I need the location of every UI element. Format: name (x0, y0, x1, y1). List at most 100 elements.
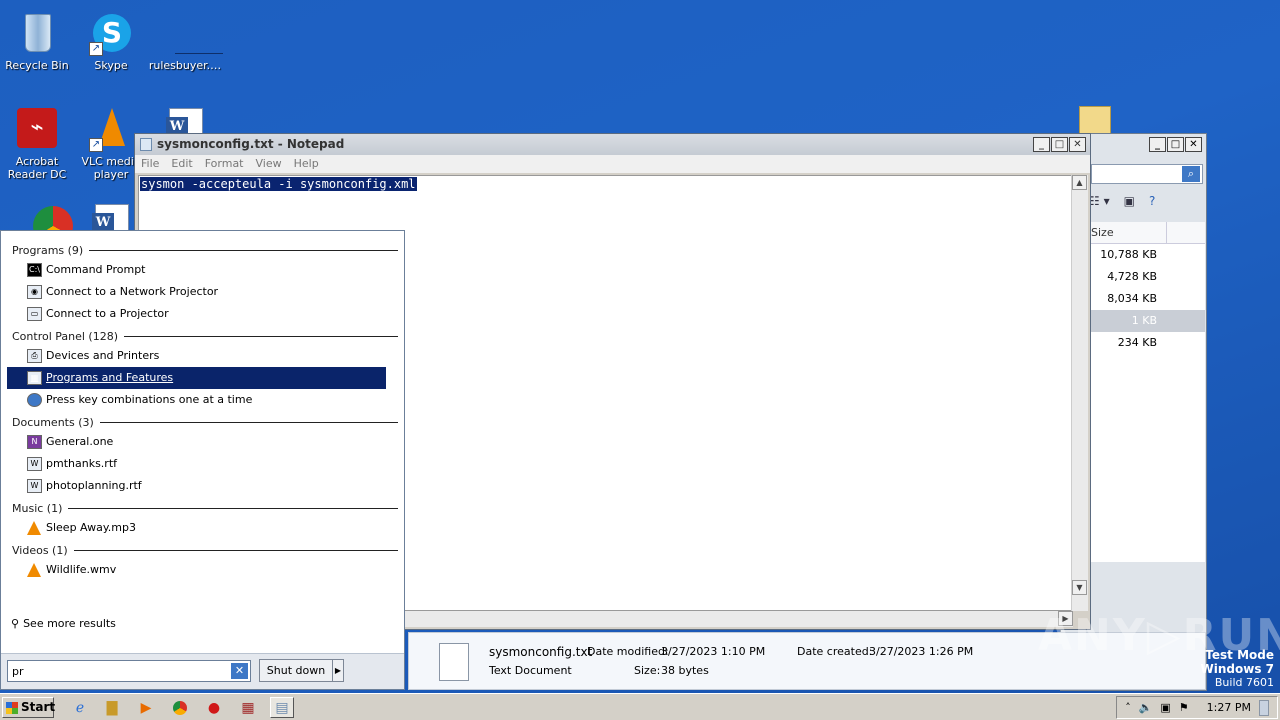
rtf-document-icon: W (27, 457, 42, 471)
category-documents[interactable]: Documents (3) (6, 413, 402, 431)
desktop-icon-skype[interactable]: S ↗ Skype (74, 8, 148, 72)
recycle-bin-icon (13, 8, 61, 56)
close-button[interactable]: ✕ (1069, 137, 1086, 152)
opera-icon[interactable]: ● (202, 697, 226, 718)
result-pmthanks[interactable]: Wpmthanks.rtf (7, 453, 386, 475)
vlc-icon (27, 521, 41, 535)
file-row[interactable]: 4,728 KB (1089, 266, 1205, 288)
chrome-taskbar-icon[interactable] (168, 697, 192, 718)
result-projector[interactable]: ▭ Connect to a Projector (7, 303, 386, 325)
search-icon[interactable]: ⌕ (1182, 166, 1200, 182)
start-menu[interactable]: Programs (9) C:\ Command Prompt ◉ Connect … (0, 230, 405, 690)
desktop-icon-label: Recycle Bin (5, 59, 69, 72)
explorer-file-list[interactable]: Size 10,788 KB 4,728 KB 8,034 KB 1 KB 23… (1089, 222, 1205, 562)
result-general-one[interactable]: N General.one (7, 431, 386, 453)
category-videos[interactable]: Videos (1) (6, 541, 402, 559)
programs-features-icon: ▦ (27, 371, 42, 385)
details-date-created: 3/27/2023 1:26 PM (869, 645, 974, 658)
clock[interactable]: 1:27 PM (1197, 701, 1251, 714)
result-sticky-keys[interactable]: Press key combinations one at a time (7, 389, 386, 411)
notepad-window-controls: _ □ ✕ (1033, 137, 1086, 152)
vlc-icon: ↗ (87, 104, 135, 152)
search-icon: ⚲ (11, 617, 20, 630)
menu-edit[interactable]: Edit (171, 155, 192, 173)
category-control-panel[interactable]: Control Panel (128) (6, 327, 402, 345)
show-desktop-icon[interactable] (1259, 699, 1269, 716)
result-photoplanning[interactable]: Wphotoplanning.rtf (7, 475, 386, 497)
vertical-scrollbar[interactable]: ▲ ▼ (1071, 175, 1088, 611)
media-player-icon[interactable]: ▶ (134, 697, 158, 718)
rtf-document-icon: W (27, 479, 42, 493)
menu-format[interactable]: Format (205, 155, 244, 173)
scroll-up-icon[interactable]: ▲ (1072, 175, 1087, 190)
minimize-button[interactable]: _ (1149, 137, 1166, 152)
result-devices-printers[interactable]: ⎙ Devices and Printers (7, 345, 386, 367)
explorer-toolbar: ☷ ▾ ▣ ? (1089, 194, 1155, 208)
test-mode-notice: Test Mode Windows 7 Build 7601 (1200, 648, 1274, 689)
details-date-modified: 3/27/2023 1:10 PM (661, 645, 766, 658)
category-programs[interactable]: Programs (9) (6, 241, 402, 259)
winrar-icon[interactable]: ▦ (236, 697, 260, 718)
selected-text[interactable]: sysmon -accepteula -i sysmonconfig.xml (140, 177, 417, 191)
minimize-button[interactable]: _ (1033, 137, 1050, 152)
result-command-prompt[interactable]: C:\ Command Prompt (7, 259, 386, 281)
start-search-input[interactable] (8, 661, 218, 681)
details-filename: sysmonconfig.txt (489, 645, 593, 659)
notepad-icon (140, 138, 152, 151)
desktop-icon-label: rulesbuyer.… (148, 59, 222, 72)
column-header-size[interactable]: Size (1089, 222, 1205, 244)
maximize-button[interactable]: □ (1167, 137, 1184, 152)
preview-pane-icon[interactable]: ▣ (1124, 194, 1135, 208)
menu-bar: File Edit Format View Help (135, 155, 1090, 173)
result-programs-features[interactable]: ▦ Programs and Features (7, 367, 386, 389)
start-menu-footer: ✕ Shut down ▶ (1, 653, 404, 689)
explorer-search-input[interactable]: ⌕ (1091, 164, 1203, 184)
see-more-results[interactable]: ⚲ See more results (11, 617, 116, 630)
result-sleep-away[interactable]: Sleep Away.mp3 (7, 517, 386, 539)
menu-help[interactable]: Help (294, 155, 319, 173)
text-file-icon (439, 643, 469, 681)
acrobat-icon: ⌁ (13, 104, 61, 152)
view-options-icon[interactable]: ☷ ▾ (1089, 194, 1110, 208)
window-title: sysmonconfig.txt - Notepad (157, 137, 345, 151)
desktop-icon-rulesbuyer[interactable]: rulesbuyer.… (148, 8, 223, 72)
file-row-selected[interactable]: 1 KB (1089, 310, 1205, 332)
notepad-titlebar[interactable]: sysmonconfig.txt - Notepad _ □ ✕ (135, 134, 1090, 155)
shutdown-options-arrow-icon[interactable]: ▶ (332, 659, 344, 682)
system-tray: ˄ 🔈 ▣ ⚑ 1:27 PM (1116, 696, 1278, 719)
file-row[interactable]: 10,788 KB (1089, 244, 1205, 266)
menu-file[interactable]: File (141, 155, 159, 173)
menu-view[interactable]: View (256, 155, 282, 173)
file-row[interactable]: 8,034 KB (1089, 288, 1205, 310)
scroll-down-icon[interactable]: ▼ (1072, 580, 1087, 595)
windows-logo-icon (6, 702, 18, 714)
close-button[interactable]: ✕ (1185, 137, 1202, 152)
notepad-taskbar-icon[interactable]: ▤ (270, 697, 294, 718)
clear-search-icon[interactable]: ✕ (231, 663, 248, 679)
explorer-taskbar-icon[interactable]: ▇ (100, 697, 124, 718)
show-hidden-icons-icon[interactable]: ˄ (1125, 701, 1131, 714)
help-icon[interactable]: ? (1149, 194, 1155, 208)
maximize-button[interactable]: □ (1051, 137, 1068, 152)
internet-explorer-icon[interactable]: ℯ (68, 697, 92, 718)
details-size-label: Size: (634, 664, 661, 677)
network-projector-icon: ◉ (27, 285, 42, 299)
volume-icon[interactable]: 🔈 (1139, 701, 1153, 714)
action-center-flag-icon[interactable]: ⚑ (1179, 701, 1189, 714)
shutdown-button[interactable]: Shut down (259, 659, 333, 682)
desktop-icon-acrobat[interactable]: ⌁ Acrobat Reader DC (0, 104, 74, 181)
start-search-box[interactable]: ✕ (7, 660, 251, 682)
printer-icon: ⎙ (27, 349, 42, 363)
desktop-icon-recycle-bin[interactable]: Recycle Bin (0, 8, 74, 72)
projector-icon: ▭ (27, 307, 42, 321)
result-wildlife[interactable]: Wildlife.wmv (7, 559, 386, 581)
details-date-modified-label: Date modified: (587, 645, 669, 658)
file-row[interactable]: 234 KB (1089, 332, 1205, 354)
category-music[interactable]: Music (1) (6, 499, 402, 517)
start-button[interactable]: Start (2, 697, 55, 718)
file-icon (161, 8, 223, 56)
vlc-icon (27, 563, 41, 577)
result-network-projector[interactable]: ◉ Connect to a Network Projector (7, 281, 386, 303)
network-icon[interactable]: ▣ (1160, 701, 1170, 714)
desktop-icon-label: Skype (94, 59, 128, 72)
